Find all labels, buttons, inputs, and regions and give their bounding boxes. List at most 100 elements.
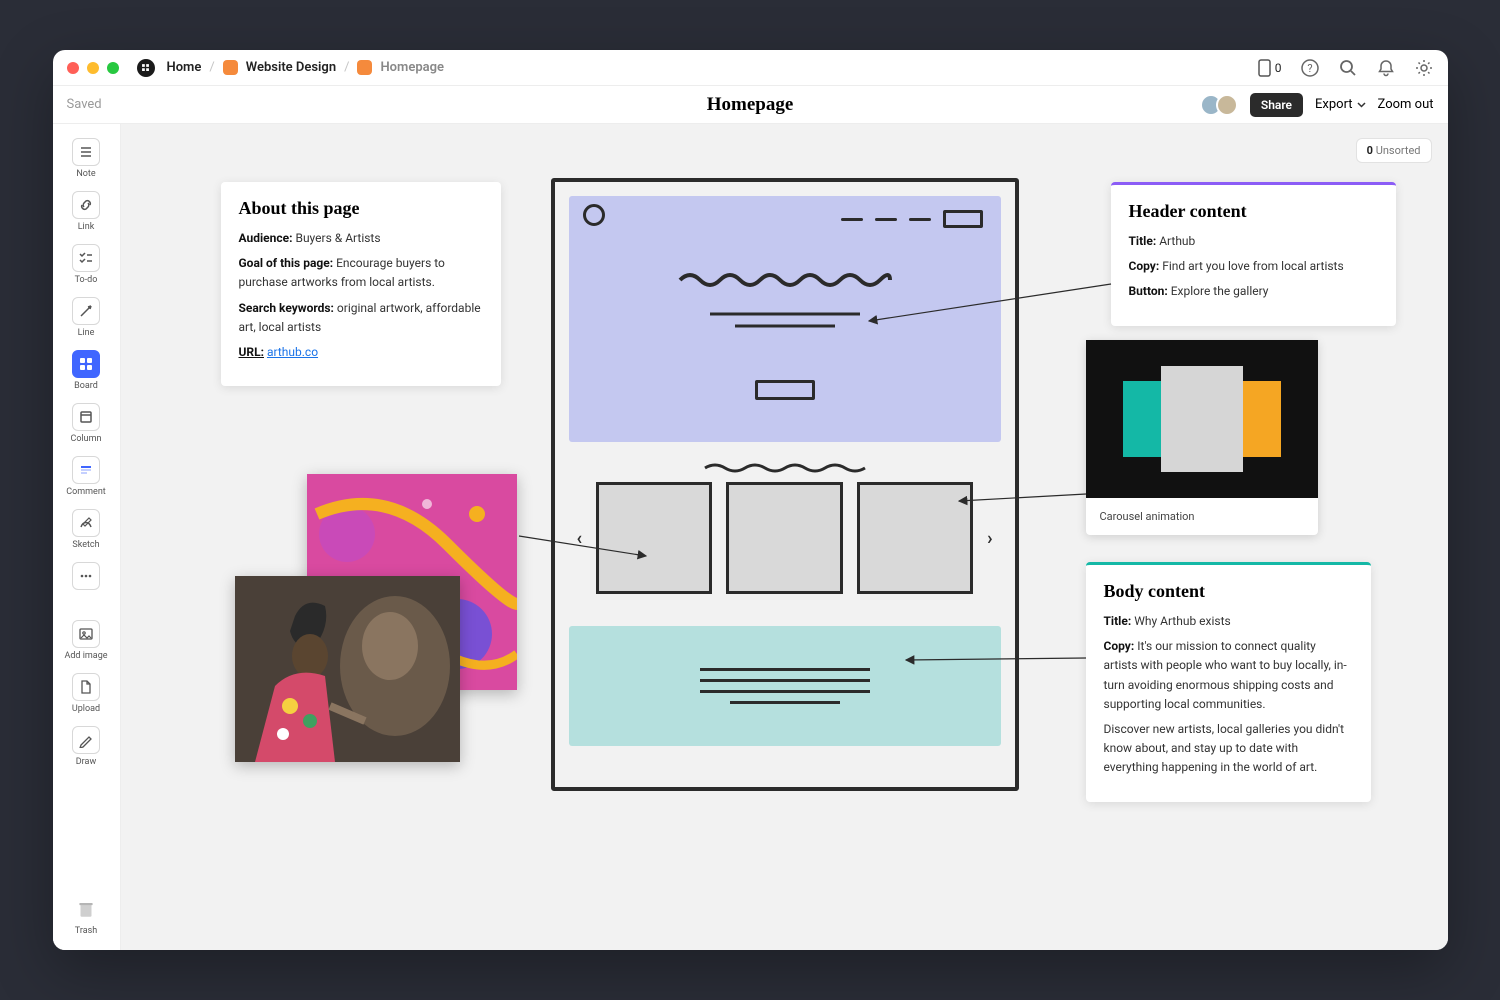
tool-label: Board xyxy=(74,381,98,391)
carousel-prev-icon: ‹ xyxy=(577,528,583,549)
bell-icon[interactable] xyxy=(1376,58,1396,78)
avatar xyxy=(1216,94,1238,116)
page-color-chip xyxy=(357,60,372,75)
gear-icon[interactable] xyxy=(1414,58,1434,78)
search-icon[interactable] xyxy=(1338,58,1358,78)
chevron-down-icon xyxy=(1357,102,1366,108)
maximize-window[interactable] xyxy=(107,62,119,74)
tool-sketch[interactable]: Sketch xyxy=(63,505,109,554)
tool-label: Trash xyxy=(75,926,97,936)
unsorted-count: 0 xyxy=(1367,144,1373,157)
help-icon[interactable]: ? xyxy=(1300,58,1320,78)
tool-label: Note xyxy=(76,169,95,179)
document-title[interactable]: Homepage xyxy=(707,94,794,116)
tool-add-image[interactable]: Add image xyxy=(63,616,109,665)
wireframe-cta-button xyxy=(755,380,815,400)
tool-comment[interactable]: Comment xyxy=(63,452,109,501)
tool-label: Link xyxy=(78,222,95,232)
wireframe-logo xyxy=(583,204,605,226)
tool-label: Upload xyxy=(72,704,100,714)
tool-note[interactable]: Note xyxy=(63,134,109,183)
save-status: Saved xyxy=(67,97,102,112)
export-button[interactable]: Export xyxy=(1315,97,1366,112)
board-icon xyxy=(72,350,100,378)
card-title: Body content xyxy=(1104,581,1353,602)
wireframe-headline xyxy=(675,268,895,288)
breadcrumb-page[interactable]: Homepage xyxy=(357,60,444,75)
tool-todo[interactable]: To-do xyxy=(63,240,109,289)
titlebar-right: 0 ? xyxy=(1258,58,1434,78)
share-button[interactable]: Share xyxy=(1250,93,1303,117)
artist-photo-icon xyxy=(235,576,460,762)
body-copy: Copy: It's our mission to connect qualit… xyxy=(1104,637,1353,714)
app-logo-icon xyxy=(137,59,155,77)
sketch-icon xyxy=(72,509,100,537)
body-copy2: Discover new artists, local galleries yo… xyxy=(1104,720,1353,778)
reference-image-artist[interactable] xyxy=(235,576,460,762)
device-preview-button[interactable]: 0 xyxy=(1258,59,1282,77)
wireframe-hero xyxy=(569,196,1001,442)
breadcrumb-page-label: Homepage xyxy=(380,60,444,75)
tool-line[interactable]: Line xyxy=(63,293,109,342)
tool-label: Line xyxy=(78,328,95,338)
tool-label: To-do xyxy=(75,275,98,285)
link-icon xyxy=(72,191,100,219)
device-count: 0 xyxy=(1275,61,1282,75)
card-title: About this page xyxy=(239,198,483,219)
minimize-window[interactable] xyxy=(87,62,99,74)
comment-icon xyxy=(72,456,100,484)
upload-icon xyxy=(72,673,100,701)
breadcrumb-home-label: Home xyxy=(167,60,202,75)
header-button: Button: Explore the gallery xyxy=(1129,282,1378,301)
about-card[interactable]: About this page Audience: Buyers & Artis… xyxy=(221,182,501,386)
column-icon xyxy=(72,403,100,431)
card-title: Header content xyxy=(1129,201,1378,222)
wireframe-nav xyxy=(841,210,983,228)
breadcrumb-home[interactable]: Home xyxy=(137,59,202,77)
close-window[interactable] xyxy=(67,62,79,74)
unsorted-pill[interactable]: 0 Unsorted xyxy=(1356,138,1432,163)
carousel-card[interactable]: Carousel animation xyxy=(1086,340,1318,535)
tool-label: Draw xyxy=(76,757,96,767)
about-audience: Audience: Buyers & Artists xyxy=(239,229,483,248)
project-color-chip xyxy=(223,60,238,75)
breadcrumb-separator: / xyxy=(344,60,349,75)
export-label: Export xyxy=(1315,97,1353,112)
breadcrumb-project[interactable]: Website Design xyxy=(223,60,336,75)
body-content-card[interactable]: Body content Title: Why Arthub exists Co… xyxy=(1086,562,1371,802)
tool-sidebar: Note Link To-do Line Board Column xyxy=(53,124,121,950)
carousel-slide-center xyxy=(1161,366,1243,472)
carousel-label: Carousel animation xyxy=(1086,498,1318,535)
titlebar: Home / Website Design / Homepage 0 ? xyxy=(53,50,1448,86)
tool-trash[interactable]: Trash xyxy=(63,891,109,940)
wireframe-body xyxy=(569,626,1001,746)
wireframe-carousel: ‹ › xyxy=(577,482,993,594)
tool-board[interactable]: Board xyxy=(63,346,109,395)
tool-label: Column xyxy=(70,434,101,444)
tool-link[interactable]: Link xyxy=(63,187,109,236)
canvas[interactable]: 0 Unsorted About this page Audience: Buy… xyxy=(121,124,1448,950)
about-url-link[interactable]: arthub.co xyxy=(267,345,318,359)
tool-label: Comment xyxy=(66,487,105,497)
carousel-animation-image xyxy=(1086,340,1318,498)
tool-more[interactable] xyxy=(63,558,109,594)
breadcrumb-project-label: Website Design xyxy=(246,60,336,75)
tool-label: Sketch xyxy=(72,540,99,550)
collaborator-avatars[interactable] xyxy=(1200,94,1238,116)
tool-upload[interactable]: Upload xyxy=(63,669,109,718)
traffic-lights xyxy=(67,62,119,74)
zoom-out-button[interactable]: Zoom out xyxy=(1378,97,1434,112)
wireframe-subhead xyxy=(705,306,865,336)
wireframe-sketch[interactable]: ‹ › xyxy=(551,178,1019,791)
image-icon xyxy=(72,620,100,648)
header-content-card[interactable]: Header content Title: Arthub Copy: Find … xyxy=(1111,182,1396,326)
draw-icon xyxy=(72,726,100,754)
about-keywords: Search keywords: original artwork, affor… xyxy=(239,299,483,337)
tool-label: Add image xyxy=(64,651,107,661)
tool-draw[interactable]: Draw xyxy=(63,722,109,771)
subbar: Saved Homepage Share Export Zoom out xyxy=(53,86,1448,124)
carousel-slide-right xyxy=(1237,381,1281,457)
todo-icon xyxy=(72,244,100,272)
tool-column[interactable]: Column xyxy=(63,399,109,448)
note-icon xyxy=(72,138,100,166)
